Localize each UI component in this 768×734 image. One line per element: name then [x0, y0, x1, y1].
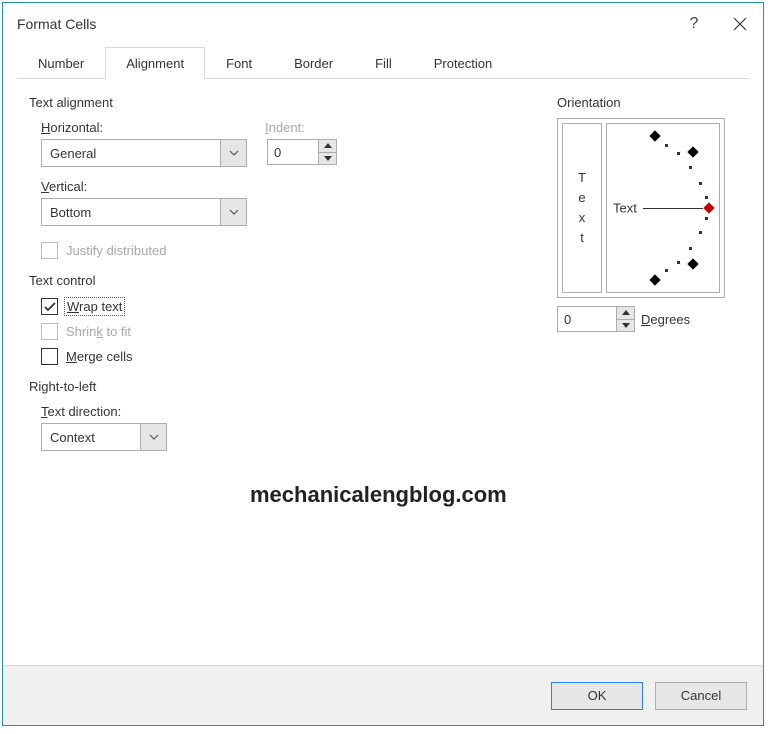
dot-icon	[705, 196, 708, 199]
dot-icon	[665, 269, 668, 272]
shrink-to-fit-checkbox	[41, 323, 58, 340]
dot-icon	[699, 231, 702, 234]
text-control-group: Text control Wrap text Shrink to fit Mer…	[29, 273, 539, 365]
dot-icon	[677, 152, 680, 155]
degrees-spin[interactable]: 0	[557, 306, 635, 332]
diamond-icon	[649, 130, 660, 141]
merge-cells-checkbox[interactable]	[41, 348, 58, 365]
orientation-box: Text Text	[557, 118, 725, 298]
text-direction-combo[interactable]: Context	[41, 423, 167, 451]
vertical-combo[interactable]: Bottom	[41, 198, 247, 226]
orientation-label: Orientation	[557, 95, 737, 110]
justify-distributed-checkbox	[41, 242, 58, 259]
wrap-text-checkbox[interactable]	[41, 298, 58, 315]
dot-icon	[665, 144, 668, 147]
text-alignment-group: Text alignment Horizontal: General Verti…	[29, 95, 539, 267]
chevron-down-icon	[140, 424, 166, 450]
degrees-label: Degrees	[641, 312, 690, 327]
window-title: Format Cells	[17, 16, 671, 32]
diamond-icon	[687, 146, 698, 157]
spin-down-button[interactable]	[319, 153, 336, 165]
watermark-text: mechanicalengblog.com	[250, 482, 507, 508]
text-alignment-label: Text alignment	[29, 95, 539, 110]
vertical-label: Vertical:	[41, 179, 247, 194]
degrees-value: 0	[558, 307, 616, 331]
text-control-label: Text control	[29, 273, 539, 288]
vertical-value: Bottom	[42, 205, 220, 220]
indent-label: Indent:	[265, 120, 337, 135]
indent-value: 0	[268, 140, 318, 164]
close-button[interactable]	[717, 3, 763, 45]
shrink-to-fit-label: Shrink to fit	[66, 324, 131, 339]
tab-strip: Number Alignment Font Border Fill Protec…	[17, 47, 749, 79]
wrap-text-label: Wrap text	[66, 299, 123, 314]
merge-cells-label: Merge cells	[66, 349, 132, 364]
dot-icon	[689, 247, 692, 250]
right-to-left-group: Right-to-left Text direction: Context	[29, 379, 539, 463]
diamond-icon	[687, 258, 698, 269]
ok-button[interactable]: OK	[551, 682, 643, 710]
dial-line	[643, 208, 703, 209]
diamond-icon	[703, 202, 714, 213]
titlebar: Format Cells ?	[3, 3, 763, 45]
spin-up-button[interactable]	[319, 140, 336, 153]
horizontal-label: Horizontal:	[41, 120, 247, 135]
help-button[interactable]: ?	[671, 3, 717, 45]
indent-spin[interactable]: 0	[267, 139, 337, 165]
dot-icon	[677, 261, 680, 264]
format-cells-dialog: Format Cells ? Number Alignment Font Bor…	[2, 2, 764, 726]
tab-alignment[interactable]: Alignment	[105, 47, 205, 79]
tab-protection[interactable]: Protection	[413, 47, 514, 79]
rtl-label: Right-to-left	[29, 379, 539, 394]
spin-up-button[interactable]	[617, 307, 634, 320]
justify-distributed-label: Justify distributed	[66, 243, 166, 258]
vertical-text-button[interactable]: Text	[562, 123, 602, 293]
diamond-icon	[649, 274, 660, 285]
dot-icon	[689, 166, 692, 169]
horizontal-combo[interactable]: General	[41, 139, 247, 167]
text-direction-value: Context	[42, 430, 140, 445]
tab-content: Text alignment Horizontal: General Verti…	[3, 79, 763, 665]
spin-down-button[interactable]	[617, 320, 634, 332]
chevron-down-icon	[220, 199, 246, 225]
tab-fill[interactable]: Fill	[354, 47, 413, 79]
chevron-down-icon	[220, 140, 246, 166]
orientation-group: Orientation Text Text	[557, 95, 737, 665]
cancel-button[interactable]: Cancel	[655, 682, 747, 710]
tab-font[interactable]: Font	[205, 47, 273, 79]
tab-number[interactable]: Number	[17, 47, 105, 79]
orientation-dial[interactable]: Text	[606, 123, 720, 293]
dot-icon	[699, 182, 702, 185]
dial-sample-text: Text	[613, 201, 637, 216]
left-column: Text alignment Horizontal: General Verti…	[29, 95, 539, 665]
dot-icon	[705, 217, 708, 220]
tab-border[interactable]: Border	[273, 47, 354, 79]
horizontal-value: General	[42, 146, 220, 161]
dialog-footer: OK Cancel	[3, 665, 763, 725]
text-direction-label: Text direction:	[41, 404, 539, 419]
